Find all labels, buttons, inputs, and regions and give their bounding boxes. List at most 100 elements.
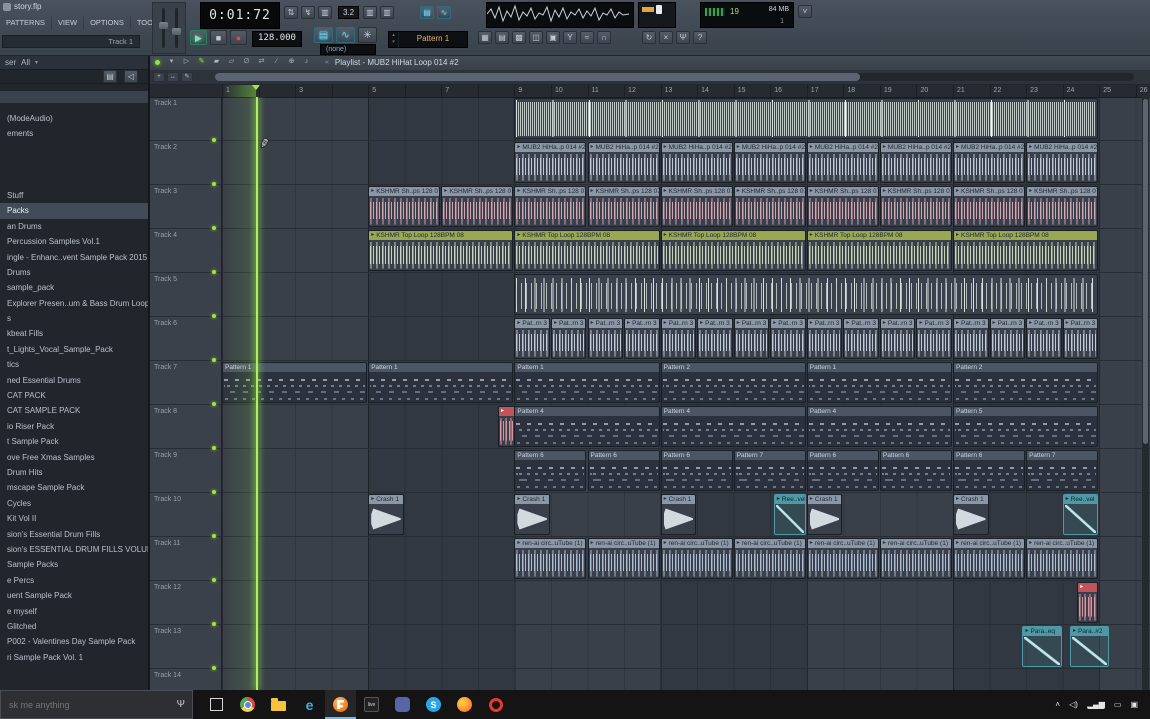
track-picker-strip[interactable]: Track 1 bbox=[2, 35, 140, 48]
pattern-clip[interactable]: Pattern 1 bbox=[806, 362, 952, 403]
preview-icon[interactable]: ♪ bbox=[300, 57, 313, 68]
browser-item[interactable]: Kit Vol II bbox=[0, 511, 148, 526]
audio-clip[interactable]: ▸ MUB2 HiHa..p 014 #2 bbox=[879, 142, 952, 183]
pattern-clip[interactable]: Pattern 6 bbox=[660, 450, 733, 491]
pattern-clip[interactable]: Pattern 7 bbox=[1026, 450, 1099, 491]
browser-item[interactable] bbox=[0, 157, 148, 172]
audio-clip[interactable]: ▸ KSHMR Sh..ps 128 07 bbox=[1026, 186, 1099, 227]
grid-icon[interactable]: ▩ bbox=[512, 31, 526, 44]
audio-clip[interactable]: ▸ MUB2 HiHa..p 014 #2 bbox=[587, 142, 660, 183]
ruler-bar[interactable]: 3 bbox=[295, 84, 332, 97]
track-lane[interactable] bbox=[222, 273, 1150, 317]
pitch-slider[interactable] bbox=[172, 8, 181, 48]
browser-item[interactable]: Stuff bbox=[0, 188, 148, 203]
ruler-bar[interactable]: 25 bbox=[1099, 84, 1136, 97]
audio-clip[interactable]: ▸ Pat..rn 3 bbox=[989, 318, 1026, 359]
ruler-bar[interactable]: 20 bbox=[916, 84, 953, 97]
browser-item[interactable]: sample_pack bbox=[0, 280, 148, 295]
ruler-bar[interactable]: 15 bbox=[733, 84, 771, 97]
master-volume-thumb[interactable] bbox=[656, 5, 662, 14]
automation-clip[interactable]: ▸ Para..eq bbox=[1022, 626, 1062, 667]
ableton-live-button[interactable]: live bbox=[356, 690, 387, 719]
ruler-bar[interactable]: 24 bbox=[1062, 84, 1100, 97]
audio-clip[interactable]: ▸ MUB2 HiHa..p 014 #2 bbox=[514, 142, 587, 183]
ruler-bar[interactable]: 11 bbox=[587, 84, 625, 97]
track-lane[interactable]: ▸ MUB2 HiHa..p 014 #2 ▸ MUB2 HiHa..p 014 #2… bbox=[222, 141, 1150, 185]
tray-chevron-icon[interactable]: ˄ bbox=[1055, 700, 1060, 709]
slice-icon[interactable]: ∕ bbox=[270, 57, 283, 68]
pattern-clip[interactable]: Pattern 6 bbox=[879, 450, 952, 491]
audio-clip[interactable]: ▸ Pat..rn 3 bbox=[1026, 318, 1062, 359]
track-lane[interactable]: ▸ bbox=[222, 581, 1150, 625]
audio-clip[interactable]: ▸ Pat..rn 3 bbox=[879, 318, 916, 359]
browser-item[interactable]: e Percs bbox=[0, 573, 148, 588]
audio-clip[interactable]: ▸ Pat..rn 3 bbox=[514, 318, 550, 359]
ruler-bar[interactable]: 17 bbox=[806, 84, 844, 97]
automation-clip[interactable]: ▸ Para..#2 bbox=[1069, 626, 1110, 667]
track-lane[interactable] bbox=[222, 669, 1150, 690]
audio-clip[interactable]: ▸ KSHMR Sh..ps 128 07 bbox=[953, 186, 1026, 227]
browser-item[interactable]: t Sample Pack bbox=[0, 434, 148, 449]
opera-button[interactable] bbox=[480, 690, 511, 719]
skype-button[interactable]: S bbox=[418, 690, 449, 719]
track-led-icon[interactable] bbox=[212, 314, 216, 318]
track-lane[interactable]: ▸ ren-ai circ..uTube (1) ▸ ren-ai circ..uTu… bbox=[222, 537, 1150, 581]
menu-options[interactable]: OPTIONS bbox=[84, 16, 131, 29]
track-lane[interactable]: ▸ Pat..rn 3 ▸ Pat..rn 3 ▸ Pat..rn 3 ▸ Pat..rn 3… bbox=[222, 317, 1150, 361]
audio-clip[interactable]: ▸ bbox=[1077, 582, 1099, 623]
pattern-selector-label[interactable]: Pattern 1 bbox=[399, 32, 467, 47]
browser-item[interactable]: Drums bbox=[0, 265, 148, 280]
audio-clip[interactable]: ▸ KSHMR Sh..ps 128 07 bbox=[733, 186, 806, 227]
pattern-clip[interactable]: Pattern 1 bbox=[514, 362, 660, 403]
browser-item[interactable]: mscape Sample Pack bbox=[0, 480, 148, 495]
ruler-bar[interactable]: 22 bbox=[989, 84, 1027, 97]
chevron-down-icon[interactable]: ▾ bbox=[35, 59, 38, 66]
task-view-button[interactable] bbox=[201, 690, 232, 719]
track-header[interactable]: Track 6 bbox=[150, 317, 222, 362]
ruler-bar[interactable]: 18 bbox=[843, 84, 880, 97]
pattern-spinner[interactable]: ▴ ▾ bbox=[389, 32, 399, 47]
tray-network-icon[interactable]: ▂▄▆ bbox=[1087, 700, 1105, 709]
pattern-clip[interactable]: Pattern 2 bbox=[660, 362, 806, 403]
audio-clip[interactable]: ▸ Pat..rn 3 bbox=[624, 318, 660, 359]
pattern-clip[interactable]: Pattern 6 bbox=[514, 450, 587, 491]
h-move-icon[interactable]: ↔ bbox=[167, 72, 179, 82]
ruler-bar[interactable] bbox=[404, 84, 442, 97]
browser-selected-row[interactable] bbox=[0, 91, 148, 103]
ruler-bar[interactable]: 23 bbox=[1026, 84, 1063, 97]
lightning-icon[interactable]: ↯ bbox=[301, 6, 315, 19]
audio-clip[interactable]: ▸ Pat..rn 3 bbox=[770, 318, 806, 359]
browser-item[interactable]: P002 - Valentines Day Sample Pack bbox=[0, 634, 148, 649]
firefox-button[interactable] bbox=[449, 690, 480, 719]
browser-item[interactable]: s bbox=[0, 311, 148, 326]
audio-clip[interactable]: ▸ ren-ai circ..uTube (1) bbox=[953, 538, 1026, 579]
stack-icon[interactable]: ◫ bbox=[529, 31, 543, 44]
track-header[interactable]: Track 11 bbox=[150, 537, 222, 582]
track-lane[interactable]: Pattern 6 Pattern 6 Pattern 6 Pattern 7 Patt… bbox=[222, 449, 1150, 493]
master-volume-slider[interactable] bbox=[638, 2, 676, 28]
ruler-bar[interactable]: 9 bbox=[514, 84, 551, 97]
track-header[interactable]: Track 4 bbox=[150, 229, 222, 274]
taskbar-search[interactable]: Ψ bbox=[0, 690, 193, 719]
track-led-icon[interactable] bbox=[212, 534, 216, 538]
browser-item[interactable]: (ModeAudio) bbox=[0, 111, 148, 126]
pattern-clip[interactable]: Pattern 4 bbox=[514, 406, 660, 447]
timeline-ruler[interactable]: 1 3 5 7 9 10 11 12 13 14 15 16 17 18 19 20 21 22 23 24 25 26 bbox=[150, 84, 1150, 98]
nav-arrows-icon[interactable]: « bbox=[325, 59, 329, 66]
browser-item[interactable]: CAT SAMPLE PACK bbox=[0, 403, 148, 418]
ruler-bar[interactable]: 16 bbox=[770, 84, 807, 97]
vertical-scrollbar[interactable] bbox=[1142, 97, 1149, 690]
pencil-small-icon[interactable]: ✎ bbox=[181, 72, 193, 82]
file-small-icon[interactable]: ▤ bbox=[103, 70, 117, 83]
audio-clip[interactable]: ▸ ren-ai circ..uTube (1) bbox=[733, 538, 806, 579]
ruler-bar[interactable]: 1 bbox=[222, 84, 259, 97]
audio-clip[interactable]: ▸ Crash 1 bbox=[660, 494, 697, 535]
audio-clip[interactable]: ▸ Pat..rn 3 bbox=[733, 318, 770, 359]
pattern-mode-icon[interactable]: ▦ bbox=[478, 31, 492, 44]
audio-clip[interactable]: ▸ Pat..rn 3 bbox=[587, 318, 624, 359]
snap-value[interactable]: 3.2 bbox=[338, 6, 360, 19]
pitch-slider-knob[interactable] bbox=[172, 28, 181, 35]
track-lane[interactable]: ▸ Para..eq ▸ Para..#2 bbox=[222, 625, 1150, 669]
track-header[interactable]: Track 9 bbox=[150, 449, 222, 494]
ruler-bar[interactable]: 7 bbox=[441, 84, 478, 97]
